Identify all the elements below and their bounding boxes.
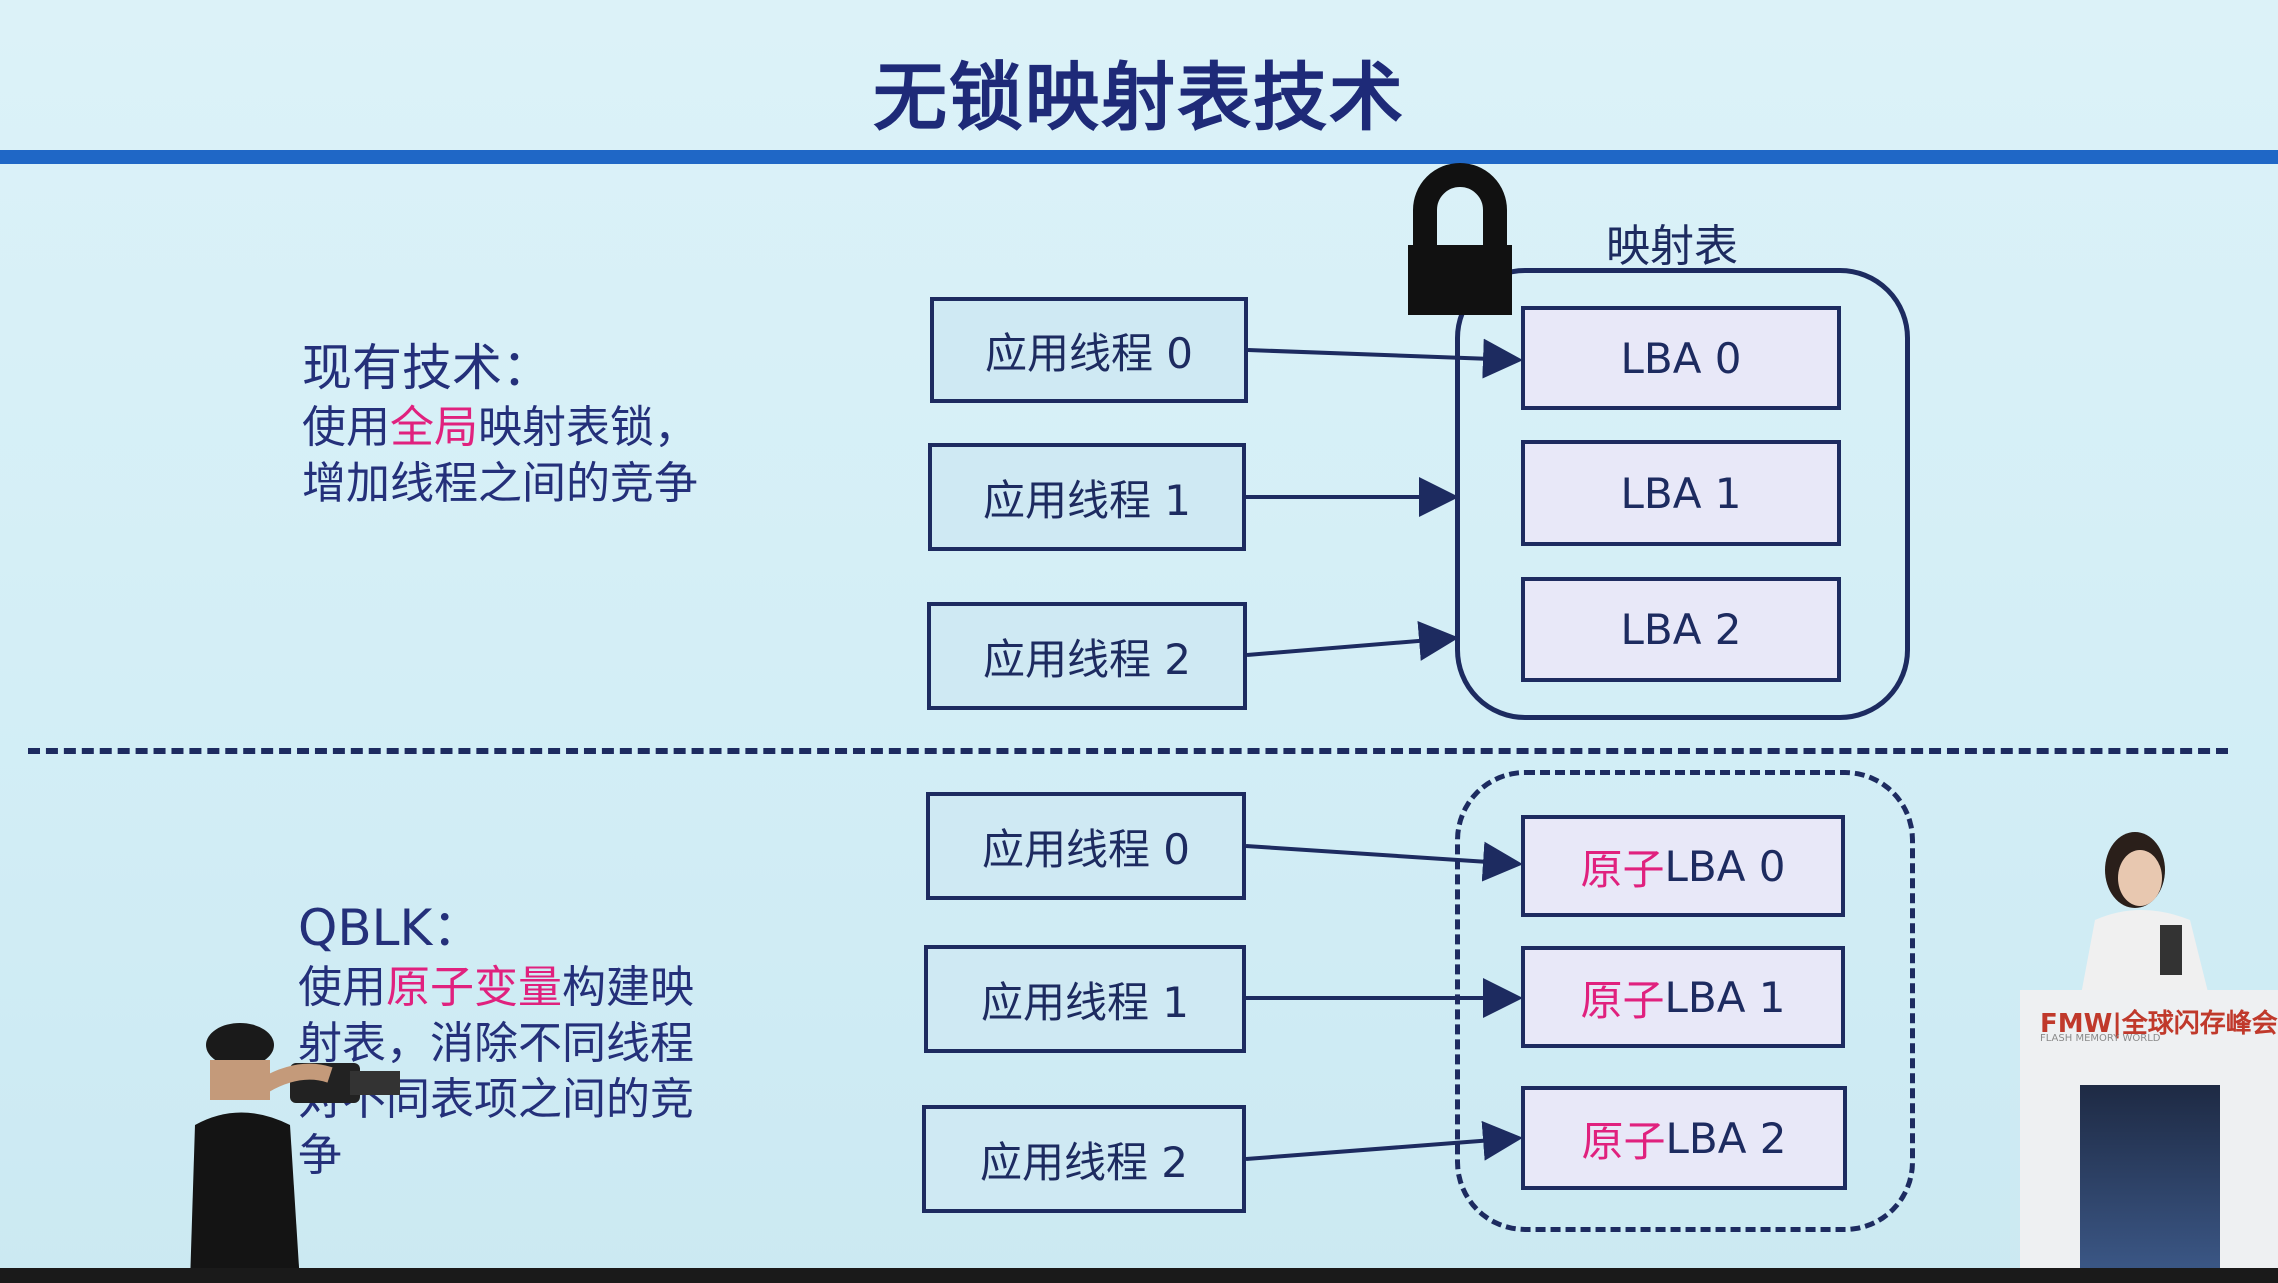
speaker-figure [2080, 832, 2210, 1000]
arrow-bottom-0 [1245, 841, 1523, 882]
podium-subtitle: FLASH MEMORY WORLD [2040, 1033, 2161, 1044]
arrow-bottom-2 [1245, 1120, 1523, 1161]
slide: 无锁映射表技术 现有技术： 使用全局映射表锁， 增加线程之间的竞争 QBLK： … [0, 0, 2278, 1283]
arrow-top-0 [1247, 338, 1523, 379]
photographer-figure [190, 1023, 400, 1283]
bottom-arrows [1245, 841, 1523, 1161]
top-arrows [1246, 338, 1523, 661]
arrow-top-2 [1246, 620, 1459, 661]
podium-panel [2080, 1085, 2220, 1283]
stage-floor [0, 1268, 2278, 1283]
